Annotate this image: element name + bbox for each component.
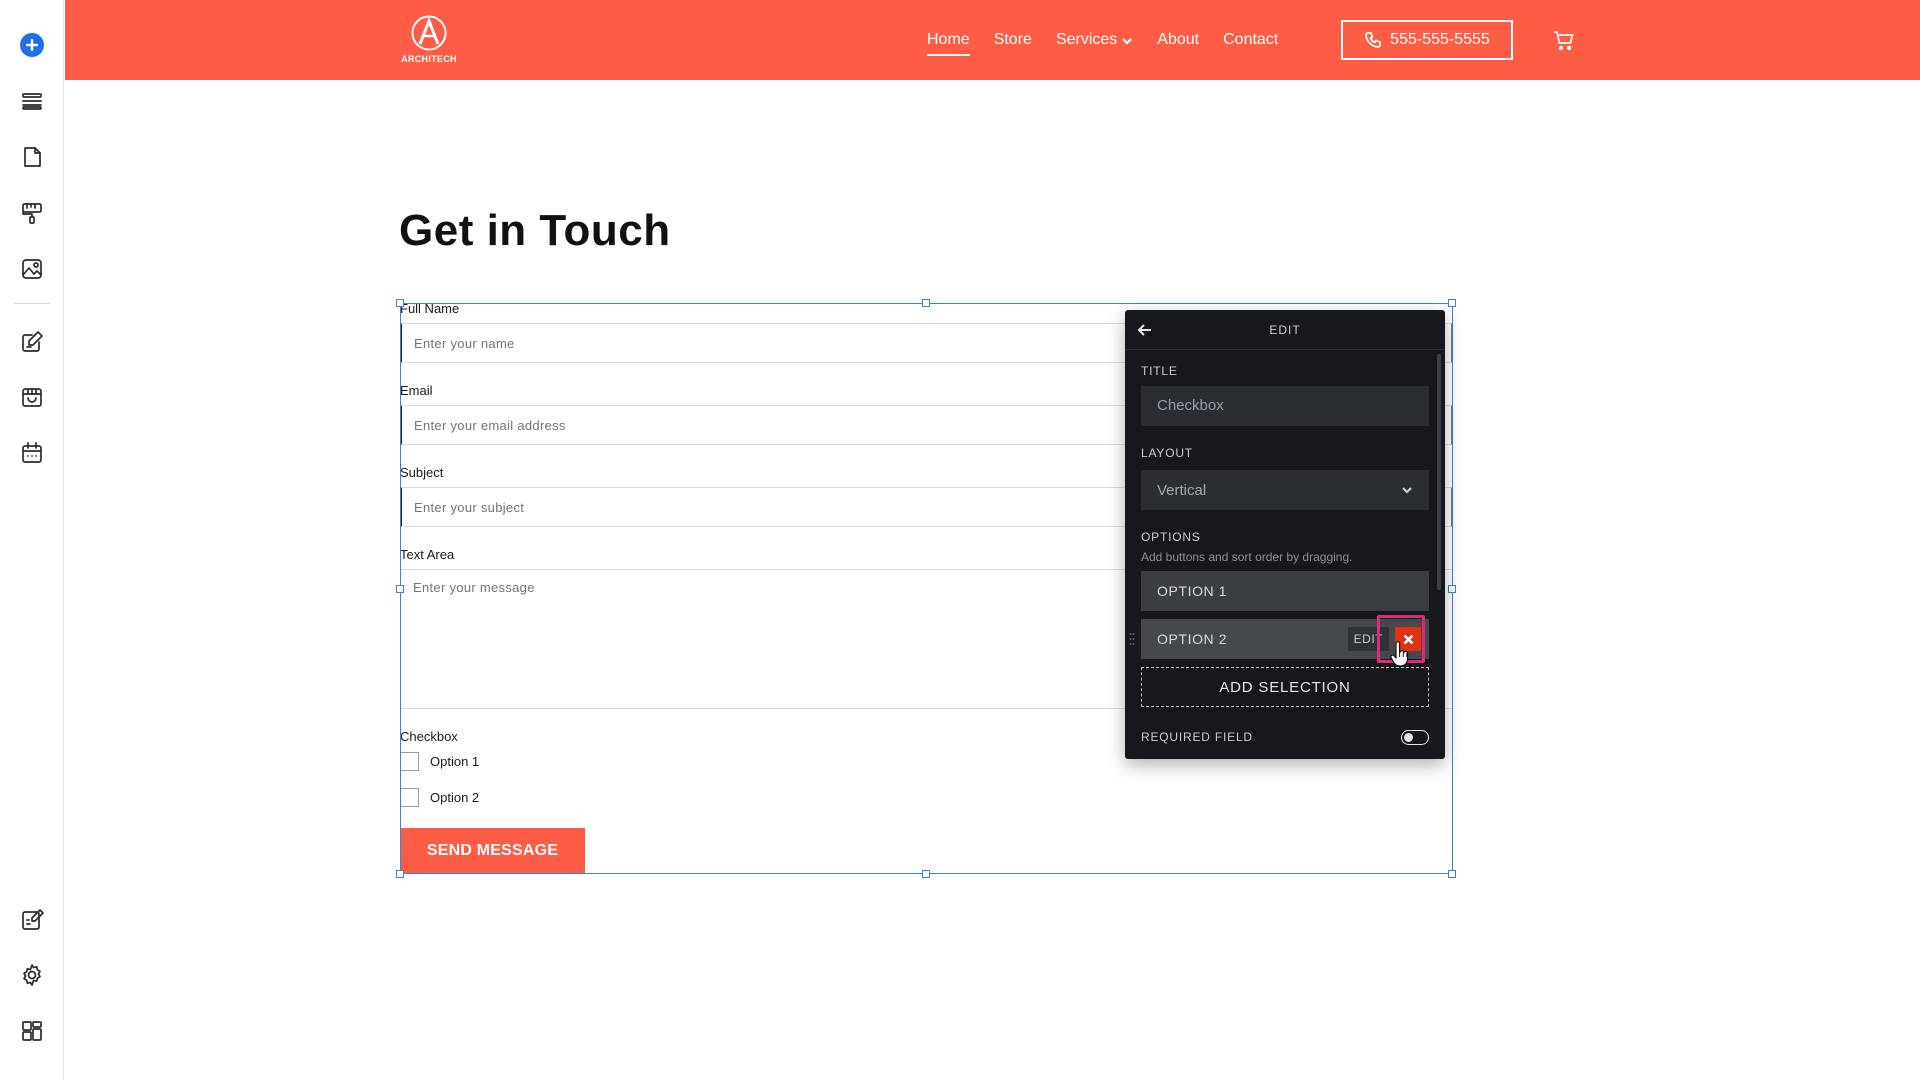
media-button[interactable] — [0, 241, 64, 297]
dashboard-icon — [22, 1021, 42, 1041]
option-item-2[interactable]: OPTION 2 EDIT — [1141, 619, 1429, 659]
page-title: Get in Touch — [399, 206, 671, 255]
add-selection-button[interactable]: ADD SELECTION — [1141, 667, 1429, 707]
chevron-down-icon — [1121, 34, 1133, 46]
close-icon — [1403, 634, 1413, 644]
title-input[interactable] — [1141, 386, 1429, 426]
resize-handle[interactable] — [922, 870, 930, 878]
resize-handle[interactable] — [1448, 299, 1456, 307]
title-label: TITLE — [1141, 364, 1178, 378]
resize-handle[interactable] — [922, 299, 930, 307]
option-item-1[interactable]: OPTION 1 — [1141, 571, 1429, 611]
resize-handle[interactable] — [396, 585, 404, 593]
resize-handle[interactable] — [396, 870, 404, 878]
store-icon — [22, 388, 42, 407]
dashboard-button[interactable] — [0, 1003, 64, 1059]
add-element-button[interactable] — [0, 17, 64, 73]
options-label: OPTIONS — [1141, 530, 1201, 544]
paint-roller-icon — [22, 203, 42, 224]
nav-item-services[interactable]: Services — [1056, 31, 1133, 49]
drag-handle-icon[interactable] — [1129, 632, 1135, 646]
edit-content-icon — [22, 331, 43, 352]
pages-icon — [24, 147, 41, 167]
back-button[interactable] — [1137, 322, 1153, 338]
nav-item-home[interactable]: Home — [927, 31, 970, 56]
phone-button[interactable]: 555-555-5555 — [1341, 20, 1513, 60]
option-item-label: OPTION 2 — [1157, 631, 1228, 647]
layers-icon — [22, 93, 42, 110]
logo-text: ARCHITECH — [401, 54, 457, 64]
design-button[interactable] — [0, 185, 64, 241]
option-item-label: OPTION 1 — [1157, 583, 1228, 599]
option-edit-button[interactable]: EDIT — [1347, 627, 1389, 651]
nav-item-services-label: Services — [1055, 31, 1118, 48]
image-icon — [22, 259, 42, 279]
phone-number: 555-555-5555 — [1390, 31, 1490, 48]
required-field-label: REQUIRED FIELD — [1141, 730, 1253, 744]
phone-icon — [1365, 32, 1382, 48]
blog-button[interactable] — [0, 892, 64, 948]
nav-item-store[interactable]: Store — [994, 31, 1032, 49]
blog-edit-icon — [22, 909, 44, 930]
option-delete-button[interactable] — [1395, 627, 1421, 651]
add-icon — [20, 33, 44, 57]
content-button[interactable] — [0, 314, 64, 370]
cart-button[interactable] — [1552, 28, 1578, 52]
sidebar-divider — [14, 303, 50, 304]
chevron-down-icon — [1402, 487, 1412, 494]
cart-icon — [1554, 31, 1574, 51]
layout-label: LAYOUT — [1141, 446, 1193, 460]
site-logo[interactable]: ARCHITECH — [398, 14, 460, 66]
layout-select[interactable]: Vertical — [1141, 470, 1429, 510]
editor-sidebar — [0, 0, 64, 1080]
edit-panel-title: EDIT — [1269, 322, 1301, 337]
calendar-icon — [22, 442, 42, 463]
gear-icon — [23, 964, 41, 986]
nav-item-contact[interactable]: Contact — [1223, 31, 1278, 49]
resize-handle[interactable] — [1448, 870, 1456, 878]
edit-panel: EDIT TITLE LAYOUT Vertical OPTIONS Add b… — [1125, 310, 1445, 759]
toggle-knob — [1404, 732, 1413, 742]
pages-button[interactable] — [0, 129, 64, 185]
resize-handle[interactable] — [1448, 585, 1456, 593]
arrow-left-icon — [1137, 324, 1151, 336]
logo-mark-icon — [411, 15, 447, 51]
settings-button[interactable] — [0, 947, 64, 1003]
layout-value: Vertical — [1157, 481, 1207, 499]
main-nav: Home Store Services About Contact — [927, 0, 1302, 80]
panel-scrollbar[interactable] — [1437, 354, 1441, 590]
required-field-toggle[interactable] — [1401, 730, 1429, 745]
resize-handle[interactable] — [396, 299, 404, 307]
edit-panel-header: EDIT — [1125, 310, 1445, 350]
options-help-text: Add buttons and sort order by dragging. — [1141, 550, 1353, 564]
store-button[interactable] — [0, 369, 64, 425]
layers-button[interactable] — [0, 73, 64, 129]
bookings-button[interactable] — [0, 425, 64, 481]
nav-item-about[interactable]: About — [1157, 31, 1199, 49]
